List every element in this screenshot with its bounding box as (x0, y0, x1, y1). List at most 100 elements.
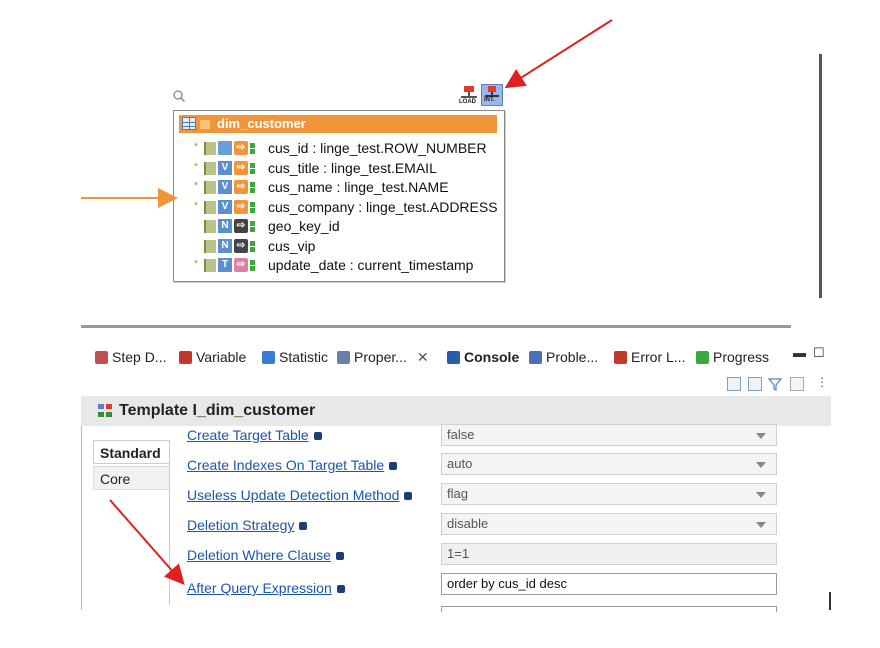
property-label: Deletion Where Clause (187, 547, 331, 563)
column-row[interactable]: * T ⇨ update_date : current_timestamp (174, 256, 504, 275)
load-icon[interactable]: LOAD (459, 86, 479, 106)
problems-icon (529, 351, 542, 364)
tab-label: Error L... (631, 349, 686, 365)
type-badge-icon: N (218, 219, 232, 233)
mapping-arrow-icon: ⇨ (234, 160, 248, 175)
property-select[interactable]: disable (441, 513, 777, 535)
property-link[interactable]: Deletion Strategy (187, 517, 308, 533)
close-icon[interactable]: ✕ (417, 349, 429, 365)
mapping-arrow-icon: ⇨ (234, 219, 248, 233)
required-marker: * (194, 258, 199, 270)
required-marker: * (194, 160, 199, 173)
panel-left-border (81, 426, 82, 610)
property-select[interactable]: flag (441, 483, 777, 505)
int-icon[interactable]: INT. (481, 84, 503, 106)
property-input-partial[interactable] (441, 606, 777, 612)
tab-error-log[interactable]: Error L... (614, 349, 685, 365)
property-label: Create Target Table (187, 427, 309, 443)
mapping-arrow-icon: ⇨ (234, 141, 248, 155)
required-marker: * (194, 180, 199, 192)
tab-step[interactable]: Step D... (95, 349, 166, 365)
template-title-bar: Template I_dim_customer (81, 396, 831, 426)
filter-icon[interactable] (768, 377, 782, 391)
column-label: cus_id : linge_test.ROW_NUMBER (268, 140, 487, 156)
info-icon[interactable] (335, 552, 344, 560)
tab-label: Proper... (354, 349, 407, 365)
column-label: cus_title : linge_test.EMAIL (268, 159, 437, 176)
property-label: Useless Update Detection Method (187, 487, 400, 503)
info-icon[interactable] (299, 522, 308, 530)
console-icon (447, 351, 460, 364)
new-template-icon[interactable] (727, 377, 741, 391)
minimize-icon[interactable]: ▬ (793, 345, 806, 360)
tab-variable[interactable]: Variable (179, 349, 246, 365)
column-row[interactable]: N ⇨ geo_key_id (174, 217, 504, 236)
maximize-icon[interactable]: ☐ (813, 345, 825, 361)
type-badge-icon: V (218, 199, 232, 214)
info-icon[interactable] (336, 585, 345, 593)
inspect-icon[interactable] (790, 377, 804, 391)
column-icon (204, 259, 216, 272)
side-tabs: Standard Core (93, 440, 170, 605)
column-row[interactable]: * V ⇨ cus_title : linge_test.EMAIL (174, 159, 504, 178)
property-link[interactable]: Create Indexes On Target Table (187, 457, 398, 473)
info-icon[interactable] (404, 492, 413, 500)
target-icon (250, 221, 255, 232)
required-marker: * (194, 199, 199, 212)
column-row[interactable]: N ⇨ cus_vip (174, 237, 504, 256)
property-link[interactable]: After Query Expression (187, 580, 345, 596)
property-input[interactable]: 1=1 (441, 543, 777, 565)
column-icon (204, 142, 216, 155)
target-icon (250, 182, 255, 193)
tab-problems[interactable]: Proble... (529, 349, 598, 365)
type-badge-icon: T (218, 258, 232, 272)
tree-view-icon[interactable] (748, 377, 762, 391)
panel-divider[interactable] (81, 325, 791, 328)
variable-icon (179, 351, 192, 364)
more-icon[interactable]: ⋮ (816, 375, 828, 389)
type-badge-icon: V (218, 160, 232, 175)
load-label: LOAD (459, 99, 476, 105)
property-link[interactable]: Deletion Where Clause (187, 547, 344, 563)
target-icon (250, 143, 255, 154)
tab-label: Statistic (279, 349, 329, 365)
search-icon[interactable] (173, 90, 185, 102)
statistic-icon (262, 351, 275, 364)
info-icon[interactable] (389, 462, 398, 470)
side-tab-core[interactable]: Core (93, 466, 169, 490)
property-input[interactable]: order by cus_id desc (441, 573, 777, 595)
template-title: Template I_dim_customer (119, 402, 316, 419)
column-row[interactable]: * V ⇨ cus_company : linge_test.ADDRESS (174, 198, 504, 217)
int-label: INT. (484, 97, 495, 103)
type-badge-icon (218, 141, 232, 155)
side-tab-standard[interactable]: Standard (93, 440, 169, 464)
dim-customer-table[interactable]: dim_customer * ⇨ cus_id : linge_test.ROW_N… (173, 110, 505, 282)
column-label: cus_company : linge_test.ADDRESS (268, 198, 498, 215)
view-tab-bar: Step D... Variable Statistic Proper... ✕ Cons… (81, 343, 831, 371)
canvas-divider[interactable] (819, 54, 822, 298)
property-label: Create Indexes On Target Table (187, 457, 385, 473)
property-link[interactable]: Create Target Table (187, 427, 322, 443)
info-icon[interactable] (313, 432, 322, 440)
properties-icon (337, 351, 350, 364)
tab-properties[interactable]: Proper... ✕ (337, 349, 429, 366)
target-icon (250, 260, 255, 271)
column-icon (204, 161, 216, 175)
tab-progress[interactable]: Progress (696, 349, 769, 365)
tab-label: Console (464, 349, 520, 365)
tab-console[interactable]: Console (447, 349, 519, 365)
mapping-icon (200, 120, 210, 129)
error-log-icon (614, 351, 627, 364)
table-header[interactable]: dim_customer (179, 115, 497, 133)
table-icon (182, 117, 196, 130)
column-label: cus_vip (268, 237, 316, 254)
scrollbar[interactable] (829, 592, 831, 610)
column-row[interactable]: * ⇨ cus_id : linge_test.ROW_NUMBER (174, 139, 504, 158)
property-select[interactable]: auto (441, 453, 777, 475)
property-link[interactable]: Useless Update Detection Method (187, 487, 413, 503)
tab-statistic[interactable]: Statistic (262, 349, 328, 365)
column-row[interactable]: * V ⇨ cus_name : linge_test.NAME (174, 178, 504, 197)
mapping-arrow-icon: ⇨ (234, 238, 248, 253)
property-select[interactable]: false (441, 424, 777, 446)
column-label: cus_name : linge_test.NAME (268, 179, 449, 195)
